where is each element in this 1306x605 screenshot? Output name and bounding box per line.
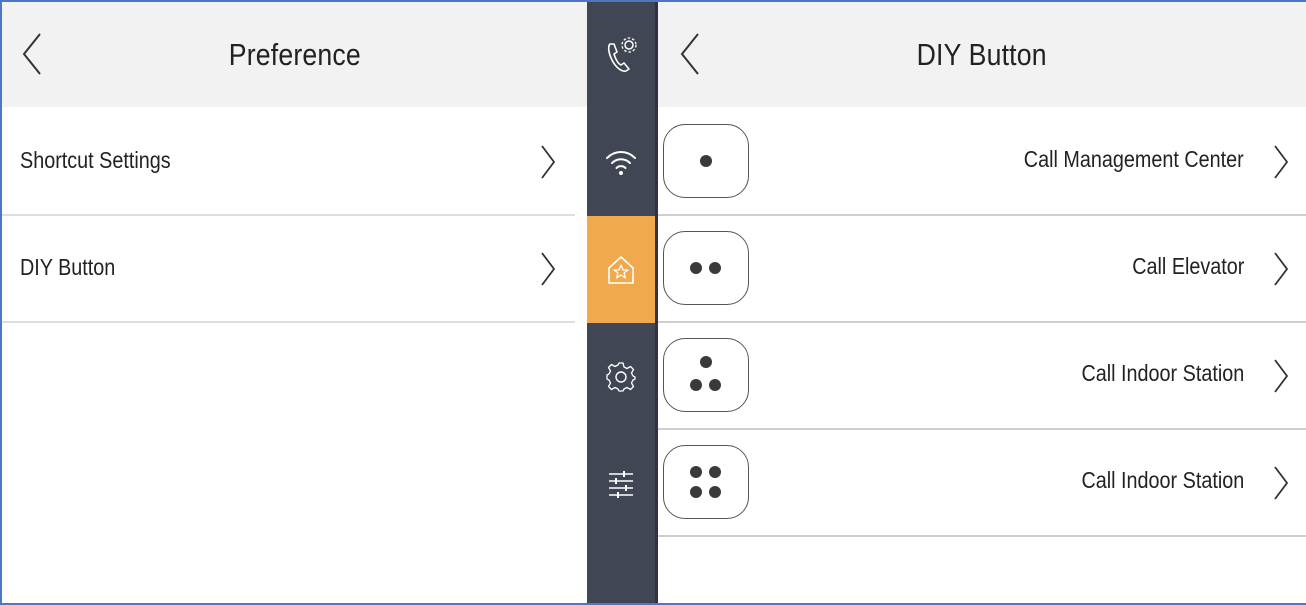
dot: [709, 379, 721, 391]
three-dot-button-icon: [663, 338, 749, 412]
call-settings-icon: [607, 36, 637, 72]
back-button[interactable]: [12, 24, 52, 84]
back-button[interactable]: [670, 24, 710, 84]
menu-item-label: Shortcut Settings: [20, 147, 171, 173]
sidebar-item-advanced[interactable]: [587, 430, 655, 537]
app-window: Preference Shortcut Settings DIY Button: [0, 0, 1306, 605]
sidebar-nav: [587, 2, 658, 603]
chevron-right-icon: [1274, 252, 1289, 286]
dot: [700, 155, 712, 167]
preference-header: Preference: [2, 2, 587, 107]
menu-item-label: DIY Button: [20, 254, 116, 280]
dot: [700, 356, 712, 368]
dot: [690, 486, 702, 498]
dot: [709, 486, 721, 498]
chevron-right-icon: [1274, 145, 1289, 179]
dot: [690, 466, 702, 478]
one-dot-button-icon: [663, 124, 749, 198]
preference-panel: Preference Shortcut Settings DIY Button: [2, 2, 587, 603]
sidebar-item-home[interactable]: [587, 216, 655, 323]
wifi-icon: [606, 150, 636, 175]
chevron-right-icon: [541, 145, 556, 179]
sidebar-item-settings[interactable]: [587, 323, 655, 430]
diy-button-header: DIY Button: [658, 2, 1306, 107]
diy-row-call-management-center[interactable]: Call Management Center: [658, 109, 1306, 216]
page-title: DIY Button: [916, 36, 1048, 72]
four-dot-button-icon: [663, 445, 749, 519]
diy-row-label: Call Management Center: [1024, 146, 1244, 172]
dot: [709, 262, 721, 274]
diy-button-panel: DIY Button Call Management Center Call E…: [658, 2, 1306, 603]
page-title: Preference: [228, 36, 361, 72]
sidebar-item-call-settings[interactable]: [587, 2, 655, 109]
chevron-right-icon: [541, 252, 556, 286]
dot: [709, 466, 721, 478]
sidebar-item-wifi[interactable]: [587, 109, 655, 216]
gear-icon: [606, 361, 636, 392]
chevron-left-icon: [22, 33, 41, 75]
chevron-right-icon: [1274, 466, 1289, 500]
diy-row-call-indoor-station-1[interactable]: Call Indoor Station: [658, 323, 1306, 430]
dot: [690, 262, 702, 274]
two-dot-button-icon: [663, 231, 749, 305]
chevron-right-icon: [1274, 359, 1289, 393]
chevron-left-icon: [680, 33, 699, 75]
diy-row-label: Call Indoor Station: [1081, 360, 1244, 386]
diy-row-call-elevator[interactable]: Call Elevator: [658, 216, 1306, 323]
dot: [690, 379, 702, 391]
diy-row-call-indoor-station-2[interactable]: Call Indoor Station: [658, 430, 1306, 537]
sliders-icon: [609, 470, 633, 498]
diy-row-label: Call Indoor Station: [1081, 467, 1244, 493]
home-star-icon: [608, 255, 634, 284]
menu-item-shortcut-settings[interactable]: Shortcut Settings: [2, 109, 575, 216]
diy-row-label: Call Elevator: [1131, 253, 1244, 279]
menu-item-diy-button[interactable]: DIY Button: [2, 216, 575, 323]
